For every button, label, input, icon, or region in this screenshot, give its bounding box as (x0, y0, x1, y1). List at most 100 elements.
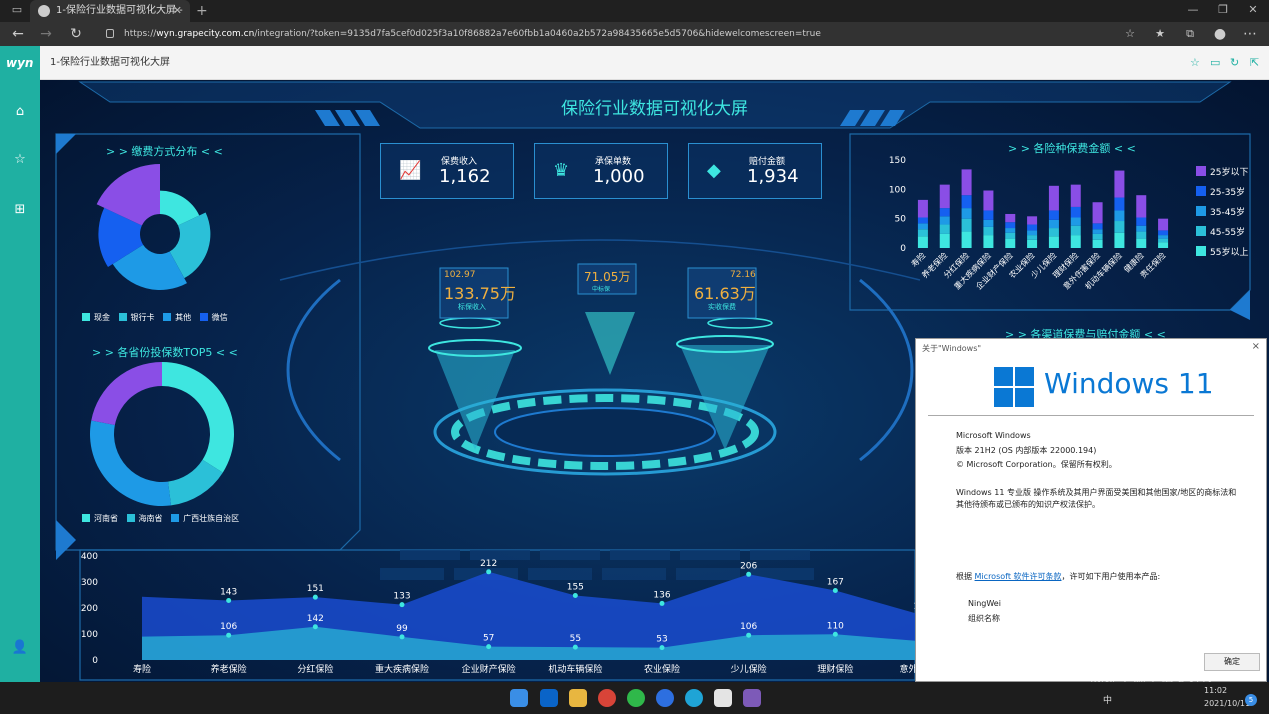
app-h-icon[interactable] (656, 689, 674, 707)
bar-1-11 (1158, 238, 1169, 243)
legend-item[interactable]: 广西壮族自治区 (183, 514, 239, 523)
chrome-icon[interactable] (598, 689, 616, 707)
url-field[interactable]: https://wyn.grapecity.com.cn/integration… (100, 25, 1140, 43)
legend-swatch (1196, 166, 1206, 176)
refresh-dashboard-icon[interactable]: ↻ (1230, 56, 1239, 69)
back-icon[interactable]: ← (8, 24, 28, 44)
forward-icon[interactable]: → (36, 24, 56, 44)
bar-4-8 (1092, 202, 1103, 224)
legend-swatch (126, 514, 135, 522)
notification-badge[interactable]: 5 (1245, 694, 1257, 706)
wechat-icon[interactable] (627, 689, 645, 707)
bar-4-2 (961, 169, 972, 196)
x-tick-label: 机动车辆保险 (548, 663, 602, 675)
start-icon[interactable] (510, 689, 528, 707)
clock-time[interactable]: 11:02 (1204, 686, 1227, 695)
area-point (399, 602, 405, 608)
province-legend: 河南省 海南省 广西壮族自治区 (76, 513, 239, 524)
bar-2-0 (917, 223, 928, 230)
restore-icon[interactable]: ❐ (1208, 0, 1238, 20)
favorite-icon[interactable]: ☆ (1190, 56, 1200, 69)
home-icon[interactable]: ⌂ (0, 104, 40, 119)
ime-indicator[interactable]: 中 (1103, 693, 1112, 706)
legend-swatch (1196, 186, 1206, 196)
new-tab-button[interactable]: + (196, 0, 208, 22)
license-link[interactable]: Microsoft 软件许可条款 (975, 572, 1062, 581)
bar-2-6 (1048, 219, 1059, 229)
open-external-icon[interactable]: ⇱ (1250, 56, 1259, 69)
data-label: 99 (396, 624, 408, 634)
page-title: 1-保险行业数据可视化大屏 (50, 57, 170, 68)
bar-0-6 (1048, 236, 1059, 248)
lock-icon (106, 29, 114, 38)
legend-item[interactable]: 银行卡 (131, 313, 155, 322)
bar-1-9 (1114, 221, 1125, 233)
app-topbar: 1-保险行业数据可视化大屏 ☆ ▭ ↻ ⇱ (40, 46, 1269, 80)
x-tick-label: 重大疾病保险 (375, 663, 429, 675)
wyn-logo: wyn (6, 56, 34, 70)
hierarchy-icon[interactable]: ⊞ (0, 202, 40, 217)
bar-1-5 (1027, 235, 1038, 240)
close-window-icon[interactable]: ✕ (1238, 0, 1268, 20)
tab-favicon-icon (38, 5, 50, 17)
legend-swatch (171, 514, 180, 522)
bar-3-11 (1158, 230, 1169, 236)
license-suffix: ，许可如下用户使用本产品: (1061, 572, 1161, 581)
area-point (312, 594, 318, 600)
bar-3-2 (961, 195, 972, 209)
minimize-icon[interactable]: — (1178, 0, 1208, 20)
windows-logo-text: Windows 11 (1044, 367, 1214, 400)
dialog-divider (928, 415, 1254, 416)
notepad-icon[interactable] (714, 689, 732, 707)
data-label: 110 (827, 621, 844, 631)
paint-icon[interactable] (743, 689, 761, 707)
dialog-close-button[interactable]: × (1252, 341, 1260, 352)
bar-2-5 (1027, 230, 1038, 236)
profile-avatar[interactable]: ● (1210, 24, 1230, 44)
center-value-3: 61.63万 (694, 284, 756, 303)
bar-1-10 (1136, 231, 1147, 239)
legend-swatch (1196, 206, 1206, 216)
screen-icon[interactable]: ▭ (1210, 56, 1220, 69)
area-point (486, 569, 492, 575)
data-label: 212 (480, 559, 497, 569)
bar-3-1 (939, 208, 950, 217)
bar-4-1 (939, 184, 950, 209)
legend-item[interactable]: 河南省 (94, 514, 118, 523)
browser-tab[interactable]: 1-保险行业数据可视化大屏 - 数 ✕ (30, 0, 190, 38)
y-tick-label: 50 (895, 215, 907, 225)
legend-label: 45-55岁 (1210, 226, 1245, 238)
favorite-add-icon[interactable]: ☆ (1120, 24, 1140, 44)
favorites-icon[interactable]: ★ (1150, 24, 1170, 44)
bar-3-0 (917, 217, 928, 224)
edge-icon[interactable] (685, 689, 703, 707)
data-label: 142 (307, 614, 324, 624)
bar-2-11 (1158, 235, 1169, 239)
legend-item[interactable]: 其他 (175, 313, 191, 322)
data-label: 167 (827, 578, 844, 588)
tab-close-icon[interactable]: ✕ (173, 0, 182, 22)
refresh-icon[interactable]: ↻ (66, 24, 86, 44)
x-tick-label: 分红保险 (297, 663, 333, 675)
bar-2-4 (1005, 228, 1016, 233)
legend-item[interactable]: 海南省 (139, 514, 163, 523)
bar-0-7 (1070, 235, 1081, 248)
more-menu-icon[interactable]: ⋯ (1240, 24, 1260, 44)
legend-item[interactable]: 现金 (94, 313, 110, 322)
collections-icon[interactable]: ⧉ (1180, 24, 1200, 44)
stat-value: 1,162 (439, 166, 491, 187)
star-icon[interactable]: ☆ (0, 152, 40, 167)
legend-item[interactable]: 微信 (212, 313, 228, 322)
ok-button[interactable]: 确定 (1204, 653, 1260, 671)
tab-actions-icon[interactable]: ▭ (2, 0, 32, 20)
y-tick-label: 400 (81, 552, 98, 562)
channel-area-chart: 0100200300400143151133212155136206167108… (81, 552, 920, 675)
user-icon[interactable]: 👤 (0, 640, 40, 655)
stat-value: 1,000 (593, 166, 645, 187)
bar-4-11 (1158, 218, 1169, 231)
outlook-icon[interactable] (540, 689, 558, 707)
bar-2-9 (1114, 210, 1125, 222)
data-label: 55 (570, 634, 581, 644)
file-explorer-icon[interactable] (569, 689, 587, 707)
clock-date[interactable]: 2021/10/11 (1204, 699, 1250, 708)
